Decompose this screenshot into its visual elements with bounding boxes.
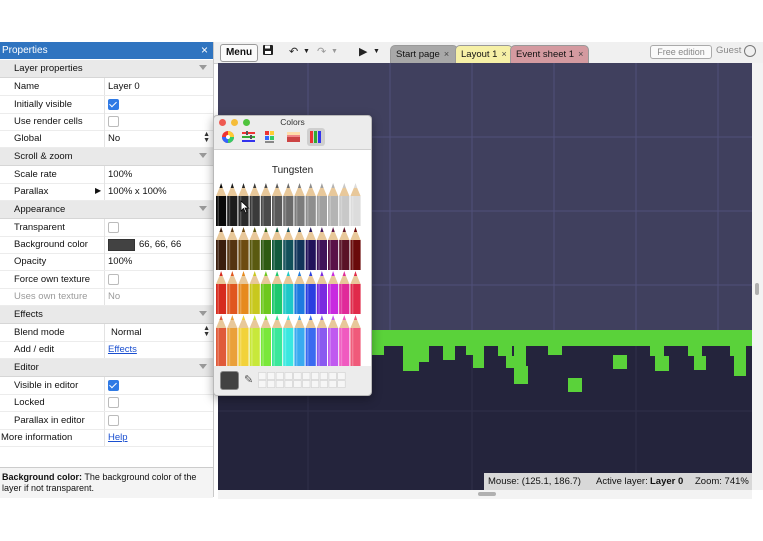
user-icon[interactable]: [744, 45, 756, 57]
locked-checkbox[interactable]: [108, 397, 119, 408]
pencil-grid[interactable]: [214, 182, 371, 366]
color-wheel-icon[interactable]: [221, 130, 235, 144]
current-color-swatch[interactable]: [220, 371, 239, 390]
window-close-icon[interactable]: [219, 119, 226, 126]
row-name[interactable]: Name Layer 0: [0, 78, 213, 96]
row-add-edit: Add / edit Effects: [0, 341, 213, 359]
help-link[interactable]: Help: [108, 432, 128, 443]
parallax-in-editor-checkbox[interactable]: [108, 415, 119, 426]
eyedropper-icon[interactable]: ✎: [244, 373, 253, 386]
row-force-own-texture: Force own texture: [0, 271, 213, 289]
tab-start-page[interactable]: Start page ×: [390, 45, 458, 63]
background-color-swatch[interactable]: [108, 239, 135, 251]
row-more-information: More information Help: [0, 429, 213, 447]
window-minimize-icon[interactable]: [231, 119, 238, 126]
selected-color-name: Tungsten: [271, 165, 314, 176]
colors-window: Colors Tungsten ✎: [213, 115, 372, 396]
saved-swatches[interactable]: [258, 372, 348, 388]
row-visible-in-editor: Visible in editor: [0, 377, 213, 395]
use-render-cells-checkbox[interactable]: [108, 116, 119, 127]
redo-dropdown-icon[interactable]: ▼: [331, 44, 338, 60]
window-zoom-icon[interactable]: [243, 119, 250, 126]
zoom-level: Zoom: 741%: [695, 476, 749, 487]
row-parallax-in-editor: Parallax in editor: [0, 412, 213, 430]
color-sliders-icon[interactable]: [241, 130, 255, 144]
undo-dropdown-icon[interactable]: ▼: [303, 44, 310, 60]
close-icon[interactable]: ×: [444, 49, 449, 59]
color-palettes-icon[interactable]: [264, 130, 278, 144]
chevron-down-icon[interactable]: [199, 311, 207, 316]
section-editor[interactable]: Editor: [0, 359, 213, 377]
active-layer-label: Active layer:: [596, 476, 648, 487]
section-layer-properties[interactable]: Layer properties: [0, 60, 213, 78]
pencils-icon[interactable]: [309, 130, 323, 144]
blend-mode-select[interactable]: Normal: [111, 327, 142, 338]
global-select[interactable]: No: [108, 133, 120, 144]
row-background-color[interactable]: Background color 66, 66, 66: [0, 236, 213, 254]
row-uses-own-texture: Uses own texture No: [0, 288, 213, 306]
tab-event-sheet-1[interactable]: Event sheet 1 ×: [510, 45, 589, 63]
active-layer-value: Layer 0: [650, 476, 684, 487]
menu-button[interactable]: Menu: [220, 44, 258, 62]
layer-name-value[interactable]: Layer 0: [108, 81, 140, 92]
row-initially-visible: Initially visible: [0, 96, 213, 114]
chevron-down-icon[interactable]: [199, 364, 207, 369]
row-use-render-cells: Use render cells: [0, 113, 213, 131]
close-icon[interactable]: ×: [501, 49, 506, 59]
expand-triangle-icon[interactable]: ▶: [95, 186, 101, 195]
tab-layout-1[interactable]: Layout 1 ×: [455, 45, 513, 63]
properties-title: Properties: [2, 45, 48, 56]
select-arrows-icon[interactable]: ▲ ▼: [203, 325, 210, 338]
pencils-picker[interactable]: Tungsten: [214, 149, 371, 366]
row-locked: Locked: [0, 394, 213, 412]
horizontal-scroll-thumb[interactable]: [478, 492, 496, 496]
section-scroll-zoom[interactable]: Scroll & zoom: [0, 148, 213, 166]
undo-icon[interactable]: ↶: [289, 44, 298, 60]
mouse-cursor-icon: [240, 200, 250, 214]
guest-label[interactable]: Guest: [716, 45, 741, 56]
play-dropdown-icon[interactable]: ▼: [373, 44, 380, 60]
row-blend-mode[interactable]: Blend mode Normal ▲ ▼: [0, 324, 213, 342]
play-icon[interactable]: ▶: [359, 44, 367, 60]
close-icon[interactable]: ×: [201, 42, 208, 59]
row-transparent: Transparent: [0, 219, 213, 237]
vertical-scrollbar[interactable]: [752, 63, 763, 490]
visible-in-editor-checkbox[interactable]: [108, 380, 119, 391]
row-global[interactable]: Global No ▲ ▼: [0, 130, 213, 148]
horizontal-scrollbar[interactable]: [218, 490, 752, 499]
chevron-down-icon[interactable]: [199, 206, 207, 211]
row-parallax[interactable]: Parallax ▶ 100% x 100%: [0, 183, 213, 201]
free-edition-badge[interactable]: Free edition: [650, 45, 712, 59]
properties-panel: Properties × Layer properties Name Layer …: [0, 42, 214, 497]
select-arrows-icon[interactable]: ▲ ▼: [203, 131, 210, 144]
main-toolbar: Menu ↶ ▼ ↷ ▼ ▶ ▼ Start page × Layout 1 × E…: [214, 42, 763, 64]
properties-header: Properties ×: [0, 42, 213, 59]
property-description: Background color: The background color o…: [0, 467, 213, 498]
chevron-down-icon[interactable]: [199, 65, 207, 70]
mouse-position: Mouse: (125.1, 186.7): [488, 476, 581, 487]
chevron-down-icon[interactable]: [199, 153, 207, 158]
row-opacity[interactable]: Opacity 100%: [0, 253, 213, 271]
effects-link[interactable]: Effects: [108, 344, 137, 355]
transparent-checkbox[interactable]: [108, 222, 119, 233]
section-effects[interactable]: Effects: [0, 306, 213, 324]
vertical-scroll-thumb[interactable]: [755, 283, 759, 295]
close-icon[interactable]: ×: [578, 49, 583, 59]
redo-icon[interactable]: ↷: [317, 44, 326, 60]
row-scale-rate[interactable]: Scale rate 100%: [0, 166, 213, 184]
save-icon[interactable]: [262, 44, 274, 61]
image-palettes-icon[interactable]: [286, 130, 300, 144]
status-bar: Mouse: (125.1, 186.7) Active layer: Laye…: [484, 473, 752, 490]
initially-visible-checkbox[interactable]: [108, 99, 119, 110]
section-appearance[interactable]: Appearance: [0, 201, 213, 219]
force-own-texture-checkbox[interactable]: [108, 274, 119, 285]
